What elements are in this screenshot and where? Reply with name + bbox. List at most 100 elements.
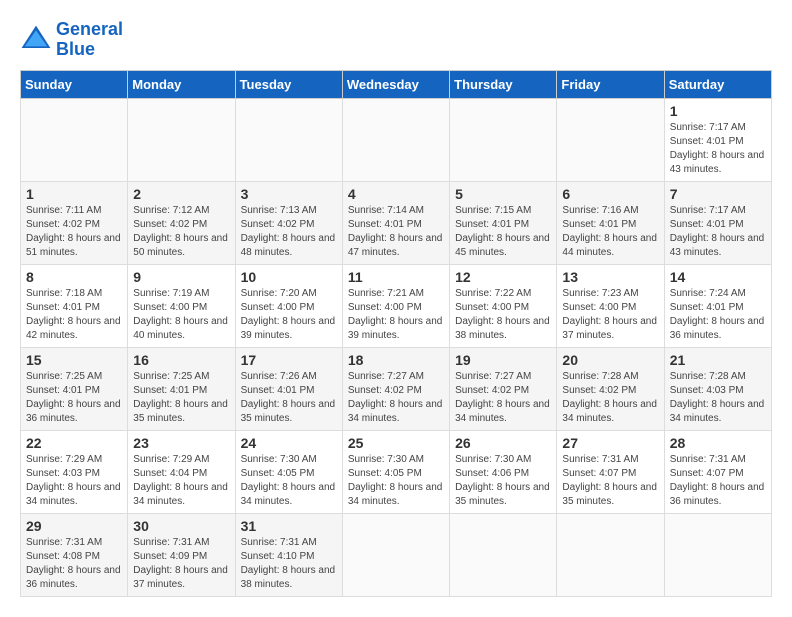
day-info: Sunrise: 7:31 AM Sunset: 4:10 PM Dayligh… — [241, 536, 337, 592]
day-number: 2 — [133, 186, 229, 202]
calendar-cell: 31 Sunrise: 7:31 AM Sunset: 4:10 PM Dayl… — [235, 513, 342, 596]
day-number: 18 — [348, 352, 444, 368]
calendar-cell — [342, 98, 449, 181]
day-info: Sunrise: 7:30 AM Sunset: 4:06 PM Dayligh… — [455, 453, 551, 509]
day-number: 31 — [241, 518, 337, 534]
day-number: 14 — [670, 269, 766, 285]
calendar-cell: 11 Sunrise: 7:21 AM Sunset: 4:00 PM Dayl… — [342, 264, 449, 347]
calendar-week-5: 22 Sunrise: 7:29 AM Sunset: 4:03 PM Dayl… — [21, 430, 772, 513]
day-info: Sunrise: 7:21 AM Sunset: 4:00 PM Dayligh… — [348, 287, 444, 343]
page-header: General Blue — [20, 20, 772, 60]
day-number: 12 — [455, 269, 551, 285]
calendar-cell: 25 Sunrise: 7:30 AM Sunset: 4:05 PM Dayl… — [342, 430, 449, 513]
day-info: Sunrise: 7:12 AM Sunset: 4:02 PM Dayligh… — [133, 204, 229, 260]
day-info: Sunrise: 7:25 AM Sunset: 4:01 PM Dayligh… — [26, 370, 122, 426]
calendar-cell: 17 Sunrise: 7:26 AM Sunset: 4:01 PM Dayl… — [235, 347, 342, 430]
day-info: Sunrise: 7:15 AM Sunset: 4:01 PM Dayligh… — [455, 204, 551, 260]
day-number: 5 — [455, 186, 551, 202]
calendar-cell: 28 Sunrise: 7:31 AM Sunset: 4:07 PM Dayl… — [664, 430, 771, 513]
calendar-cell: 13 Sunrise: 7:23 AM Sunset: 4:00 PM Dayl… — [557, 264, 664, 347]
weekday-header-friday: Friday — [557, 70, 664, 98]
day-info: Sunrise: 7:24 AM Sunset: 4:01 PM Dayligh… — [670, 287, 766, 343]
calendar-cell — [21, 98, 128, 181]
day-info: Sunrise: 7:20 AM Sunset: 4:00 PM Dayligh… — [241, 287, 337, 343]
day-number: 11 — [348, 269, 444, 285]
calendar-cell: 20 Sunrise: 7:28 AM Sunset: 4:02 PM Dayl… — [557, 347, 664, 430]
calendar-cell: 7 Sunrise: 7:17 AM Sunset: 4:01 PM Dayli… — [664, 181, 771, 264]
calendar-cell: 21 Sunrise: 7:28 AM Sunset: 4:03 PM Dayl… — [664, 347, 771, 430]
day-info: Sunrise: 7:27 AM Sunset: 4:02 PM Dayligh… — [348, 370, 444, 426]
day-number: 27 — [562, 435, 658, 451]
weekday-header-wednesday: Wednesday — [342, 70, 449, 98]
day-number: 10 — [241, 269, 337, 285]
calendar-cell: 29 Sunrise: 7:31 AM Sunset: 4:08 PM Dayl… — [21, 513, 128, 596]
day-info: Sunrise: 7:18 AM Sunset: 4:01 PM Dayligh… — [26, 287, 122, 343]
day-info: Sunrise: 7:16 AM Sunset: 4:01 PM Dayligh… — [562, 204, 658, 260]
day-info: Sunrise: 7:23 AM Sunset: 4:00 PM Dayligh… — [562, 287, 658, 343]
calendar-cell: 1 Sunrise: 7:17 AM Sunset: 4:01 PM Dayli… — [664, 98, 771, 181]
calendar-cell — [128, 98, 235, 181]
weekday-header-sunday: Sunday — [21, 70, 128, 98]
calendar-cell: 12 Sunrise: 7:22 AM Sunset: 4:00 PM Dayl… — [450, 264, 557, 347]
day-number: 6 — [562, 186, 658, 202]
day-number: 1 — [26, 186, 122, 202]
calendar-cell: 4 Sunrise: 7:14 AM Sunset: 4:01 PM Dayli… — [342, 181, 449, 264]
day-number: 16 — [133, 352, 229, 368]
day-info: Sunrise: 7:22 AM Sunset: 4:00 PM Dayligh… — [455, 287, 551, 343]
calendar-cell: 30 Sunrise: 7:31 AM Sunset: 4:09 PM Dayl… — [128, 513, 235, 596]
day-number: 1 — [670, 103, 766, 119]
calendar-cell: 1 Sunrise: 7:11 AM Sunset: 4:02 PM Dayli… — [21, 181, 128, 264]
day-info: Sunrise: 7:28 AM Sunset: 4:03 PM Dayligh… — [670, 370, 766, 426]
calendar-week-3: 8 Sunrise: 7:18 AM Sunset: 4:01 PM Dayli… — [21, 264, 772, 347]
logo-text: General Blue — [56, 20, 123, 60]
day-number: 29 — [26, 518, 122, 534]
day-info: Sunrise: 7:19 AM Sunset: 4:00 PM Dayligh… — [133, 287, 229, 343]
calendar-week-1: 1 Sunrise: 7:17 AM Sunset: 4:01 PM Dayli… — [21, 98, 772, 181]
day-number: 8 — [26, 269, 122, 285]
day-number: 26 — [455, 435, 551, 451]
logo-icon — [20, 24, 52, 56]
calendar-cell: 6 Sunrise: 7:16 AM Sunset: 4:01 PM Dayli… — [557, 181, 664, 264]
day-number: 9 — [133, 269, 229, 285]
calendar-cell: 5 Sunrise: 7:15 AM Sunset: 4:01 PM Dayli… — [450, 181, 557, 264]
day-info: Sunrise: 7:27 AM Sunset: 4:02 PM Dayligh… — [455, 370, 551, 426]
weekday-header-monday: Monday — [128, 70, 235, 98]
day-info: Sunrise: 7:17 AM Sunset: 4:01 PM Dayligh… — [670, 204, 766, 260]
day-info: Sunrise: 7:25 AM Sunset: 4:01 PM Dayligh… — [133, 370, 229, 426]
calendar-cell: 15 Sunrise: 7:25 AM Sunset: 4:01 PM Dayl… — [21, 347, 128, 430]
calendar-cell: 14 Sunrise: 7:24 AM Sunset: 4:01 PM Dayl… — [664, 264, 771, 347]
calendar-cell: 24 Sunrise: 7:30 AM Sunset: 4:05 PM Dayl… — [235, 430, 342, 513]
day-info: Sunrise: 7:31 AM Sunset: 4:07 PM Dayligh… — [670, 453, 766, 509]
day-number: 19 — [455, 352, 551, 368]
calendar-table: SundayMondayTuesdayWednesdayThursdayFrid… — [20, 70, 772, 597]
day-number: 4 — [348, 186, 444, 202]
calendar-week-2: 1 Sunrise: 7:11 AM Sunset: 4:02 PM Dayli… — [21, 181, 772, 264]
day-number: 21 — [670, 352, 766, 368]
day-info: Sunrise: 7:17 AM Sunset: 4:01 PM Dayligh… — [670, 121, 766, 177]
day-number: 22 — [26, 435, 122, 451]
logo: General Blue — [20, 20, 123, 60]
calendar-cell: 23 Sunrise: 7:29 AM Sunset: 4:04 PM Dayl… — [128, 430, 235, 513]
calendar-cell — [664, 513, 771, 596]
day-number: 7 — [670, 186, 766, 202]
calendar-cell: 2 Sunrise: 7:12 AM Sunset: 4:02 PM Dayli… — [128, 181, 235, 264]
calendar-cell — [450, 513, 557, 596]
day-number: 13 — [562, 269, 658, 285]
day-number: 23 — [133, 435, 229, 451]
calendar-cell: 27 Sunrise: 7:31 AM Sunset: 4:07 PM Dayl… — [557, 430, 664, 513]
weekday-header-tuesday: Tuesday — [235, 70, 342, 98]
day-info: Sunrise: 7:31 AM Sunset: 4:07 PM Dayligh… — [562, 453, 658, 509]
day-info: Sunrise: 7:29 AM Sunset: 4:03 PM Dayligh… — [26, 453, 122, 509]
weekday-header-saturday: Saturday — [664, 70, 771, 98]
calendar-cell — [557, 513, 664, 596]
calendar-cell: 10 Sunrise: 7:20 AM Sunset: 4:00 PM Dayl… — [235, 264, 342, 347]
calendar-cell: 9 Sunrise: 7:19 AM Sunset: 4:00 PM Dayli… — [128, 264, 235, 347]
day-number: 24 — [241, 435, 337, 451]
calendar-cell — [342, 513, 449, 596]
day-info: Sunrise: 7:14 AM Sunset: 4:01 PM Dayligh… — [348, 204, 444, 260]
calendar-cell — [450, 98, 557, 181]
day-number: 25 — [348, 435, 444, 451]
calendar-cell: 18 Sunrise: 7:27 AM Sunset: 4:02 PM Dayl… — [342, 347, 449, 430]
day-number: 30 — [133, 518, 229, 534]
calendar-cell: 3 Sunrise: 7:13 AM Sunset: 4:02 PM Dayli… — [235, 181, 342, 264]
